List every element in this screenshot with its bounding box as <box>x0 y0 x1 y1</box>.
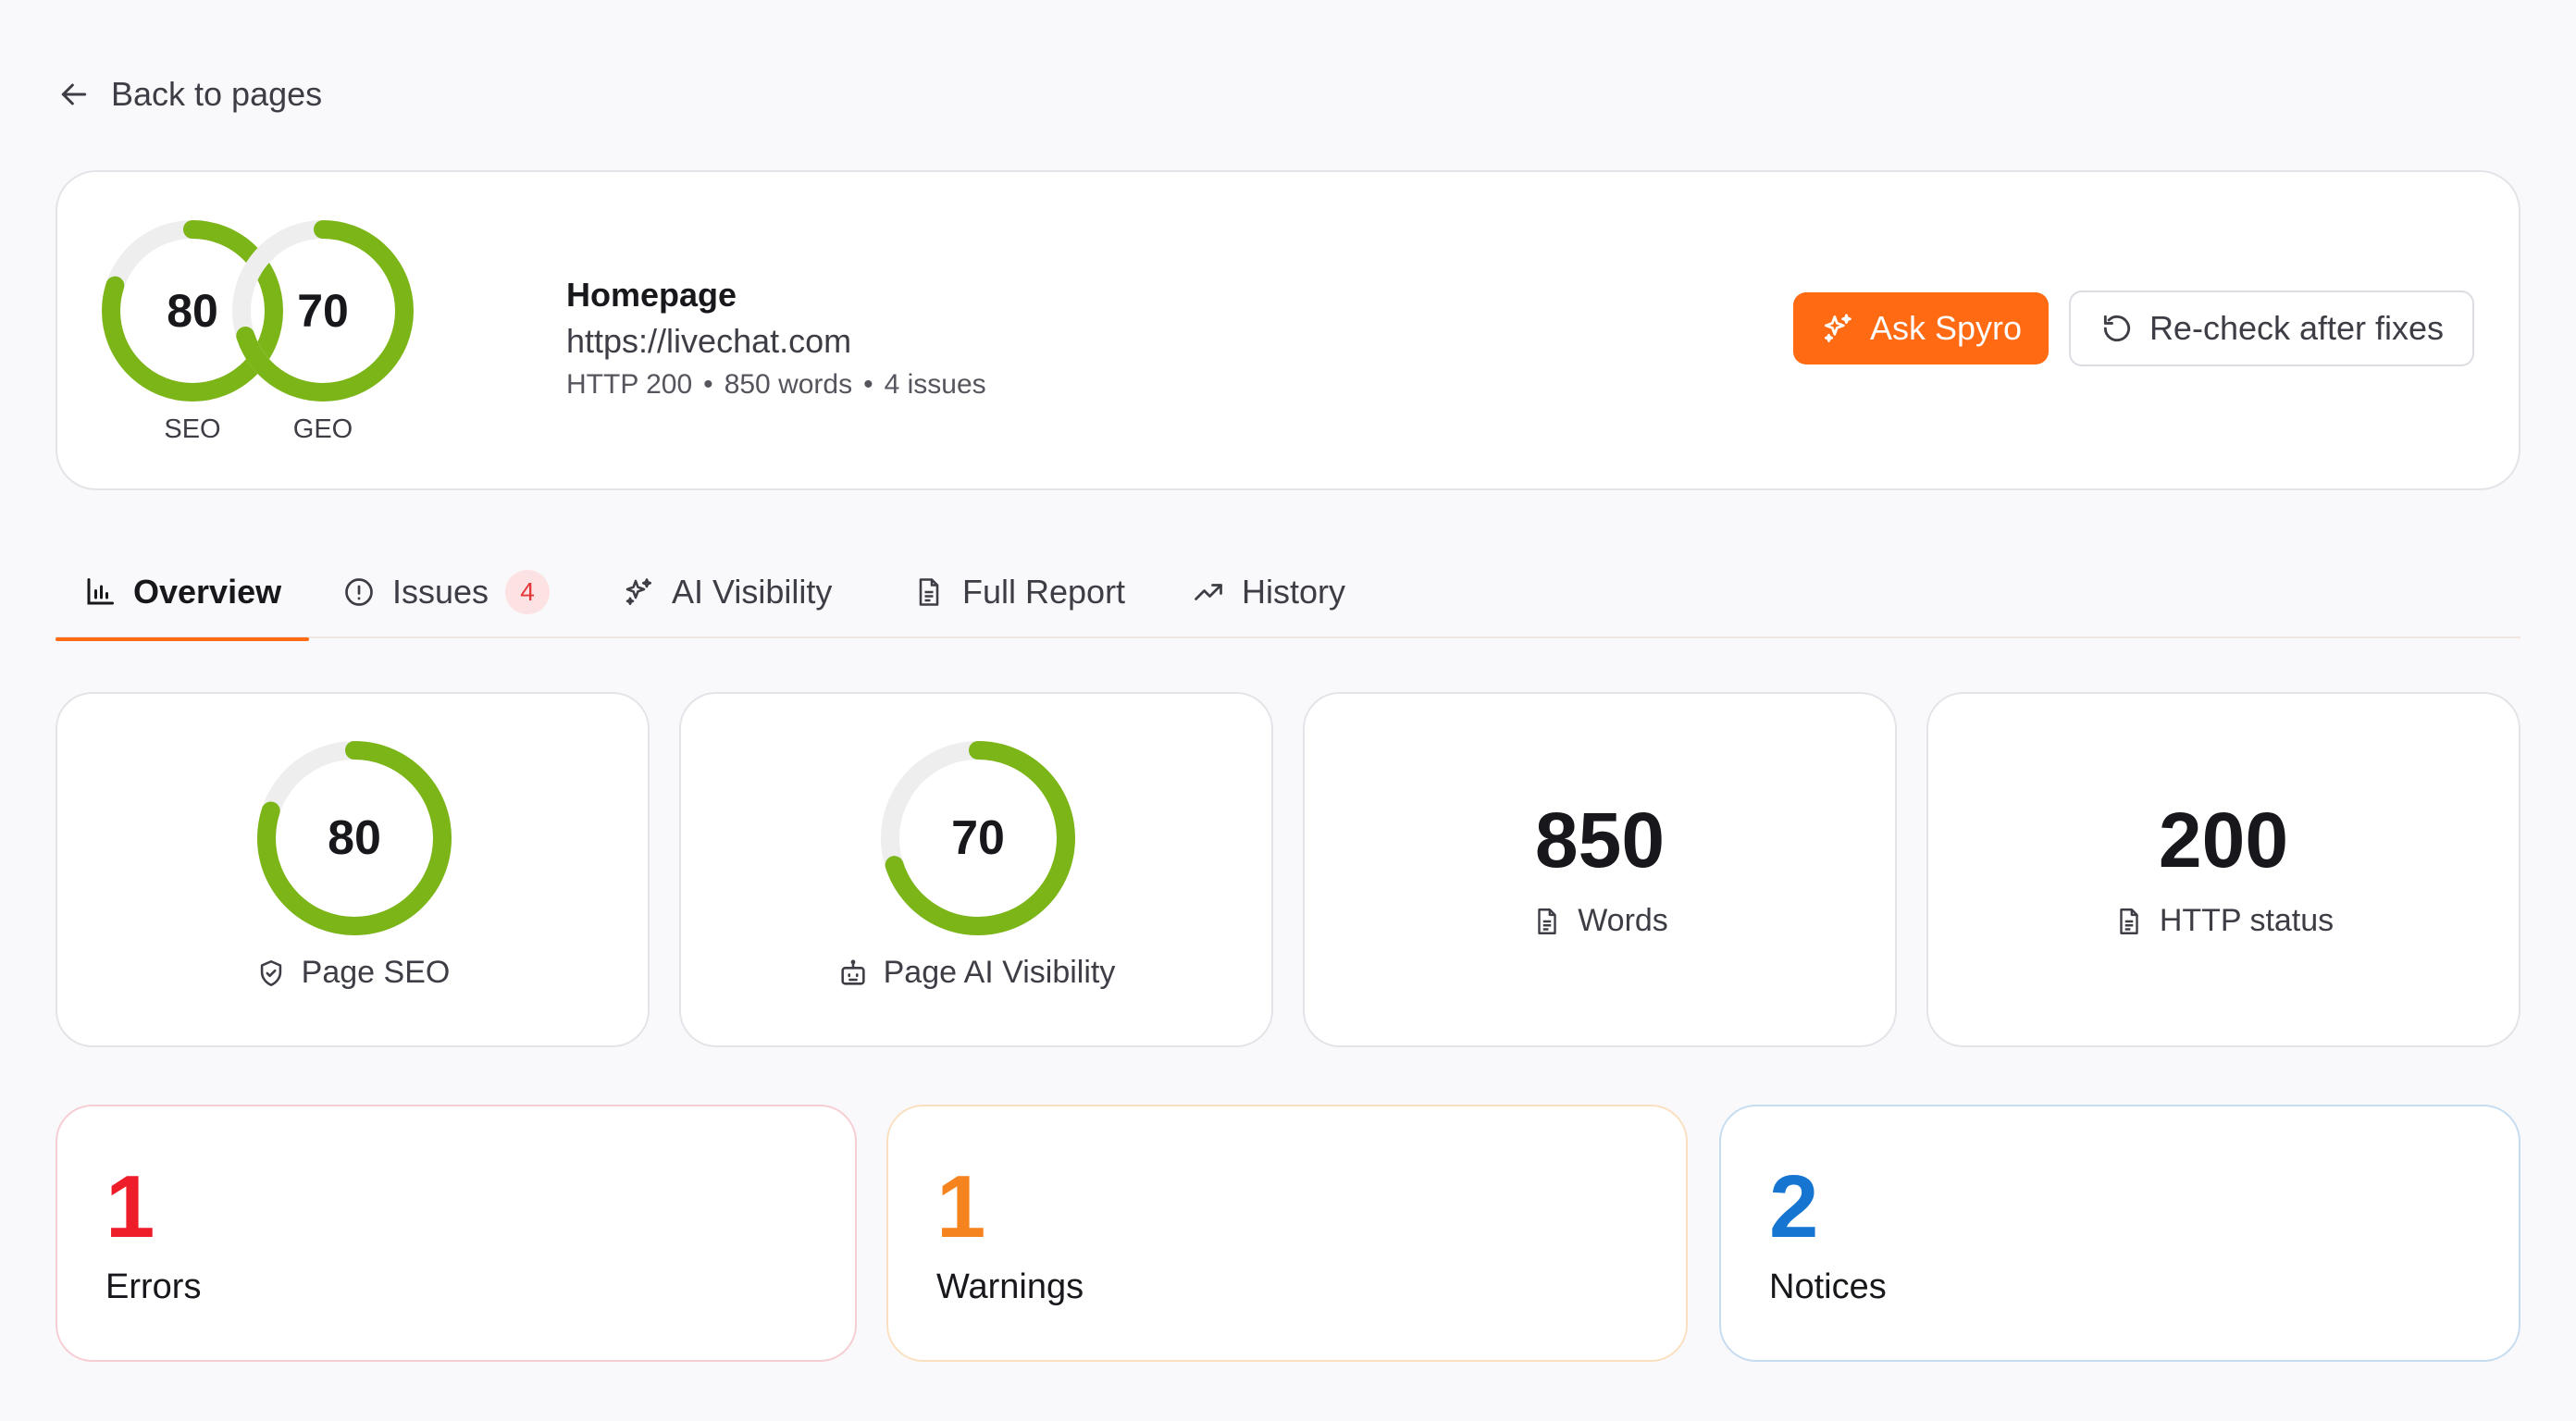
errors-card[interactable]: 1 Errors <box>56 1105 857 1362</box>
warnings-label: Warnings <box>936 1267 1084 1306</box>
meta-issues: 4 issues <box>884 369 986 400</box>
bar-chart-icon <box>87 578 114 605</box>
back-label: Back to pages <box>111 75 323 113</box>
trending-up-icon <box>1195 584 1222 600</box>
tab-history-label: History <box>1242 573 1346 611</box>
ask-spyro-label: Ask Spyro <box>1869 309 2023 347</box>
page-report: Back to pages 80 SEO 70 GEO Homepage htt… <box>0 0 2576 1421</box>
document-icon <box>919 578 939 606</box>
tab-overview[interactable]: Overview <box>55 546 310 641</box>
page-ai-value: 70 <box>951 811 1005 865</box>
tab-full-report-label: Full Report <box>962 573 1126 611</box>
errors-label: Errors <box>105 1267 202 1306</box>
recheck-label: Re-check after fixes <box>2149 309 2445 347</box>
tab-bar: Overview Issues 4 AI Visibility Full Rep… <box>55 546 2520 641</box>
refresh-icon <box>2103 315 2131 342</box>
notices-card[interactable]: 2 Notices <box>1719 1105 2520 1362</box>
page-ai-gauge: 70 <box>876 736 1080 940</box>
tab-issues[interactable]: Issues 4 <box>342 546 551 638</box>
page-meta: HTTP 200 • 850 words • 4 issues <box>566 365 986 405</box>
words-value: 850 <box>1534 797 1666 883</box>
recheck-button[interactable]: Re-check after fixes <box>2069 290 2474 366</box>
tab-ai-visibility[interactable]: AI Visibility <box>622 546 832 638</box>
sparkles-icon <box>625 578 652 606</box>
meta-separator: • <box>863 369 873 400</box>
http-status-card: 200 HTTP status <box>1926 692 2520 1047</box>
page-ai-label: Page AI Visibility <box>883 955 1116 990</box>
tab-ai-visibility-label: AI Visibility <box>672 573 833 611</box>
page-ai-visibility-card: 70 Page AI Visibility <box>679 692 1273 1047</box>
page-seo-card: 80 Page SEO <box>56 692 650 1047</box>
meta-words: 850 words <box>724 369 853 400</box>
back-to-pages-link[interactable]: Back to pages <box>56 67 322 122</box>
page-ai-label-row: Page AI Visibility <box>681 955 1271 991</box>
page-seo-label: Page SEO <box>301 955 451 990</box>
page-info: Homepage https://livechat.com HTTP 200 •… <box>566 272 986 405</box>
errors-count: 1 <box>105 1157 155 1256</box>
http-status-label-row: HTTP status <box>1928 903 2519 939</box>
tab-full-report[interactable]: Full Report <box>912 546 1125 638</box>
notices-count: 2 <box>1769 1157 1819 1256</box>
tab-history[interactable]: History <box>1192 546 1345 638</box>
robot-icon <box>841 959 865 985</box>
notices-label: Notices <box>1769 1267 1887 1306</box>
issues-count-badge: 4 <box>505 570 551 614</box>
shield-check-icon <box>260 959 281 986</box>
tab-overview-label: Overview <box>133 573 282 611</box>
tab-issues-label: Issues <box>392 573 489 611</box>
page-seo-label-row: Page SEO <box>57 955 648 991</box>
http-status-label: HTTP status <box>2159 903 2334 938</box>
page-name: Homepage <box>566 276 737 314</box>
words-label: Words <box>1578 903 1668 938</box>
page-url[interactable]: https://livechat.com <box>566 318 986 365</box>
warnings-count: 1 <box>936 1157 986 1256</box>
arrow-left-icon <box>61 83 87 105</box>
http-status-value: 200 <box>2158 797 2289 883</box>
warnings-card[interactable]: 1 Warnings <box>886 1105 1688 1362</box>
sparkles-icon <box>1824 314 1852 342</box>
geo-score-value: 70 <box>297 285 349 337</box>
document-icon <box>1538 908 1556 934</box>
geo-score-label: GEO <box>292 414 353 444</box>
meta-http: HTTP 200 <box>566 369 693 400</box>
words-card: 850 Words <box>1303 692 1897 1047</box>
page-seo-value: 80 <box>328 811 381 865</box>
words-label-row: Words <box>1305 903 1895 939</box>
page-summary-card: 80 SEO 70 GEO Homepage https://livechat.… <box>56 170 2520 490</box>
meta-separator: • <box>703 369 713 400</box>
page-seo-gauge: 80 <box>253 736 456 940</box>
geo-score-gauge: 70 GEO <box>230 218 415 445</box>
info-circle-icon <box>345 578 373 606</box>
ask-spyro-button[interactable]: Ask Spyro <box>1793 292 2049 365</box>
document-icon <box>2120 908 2138 934</box>
